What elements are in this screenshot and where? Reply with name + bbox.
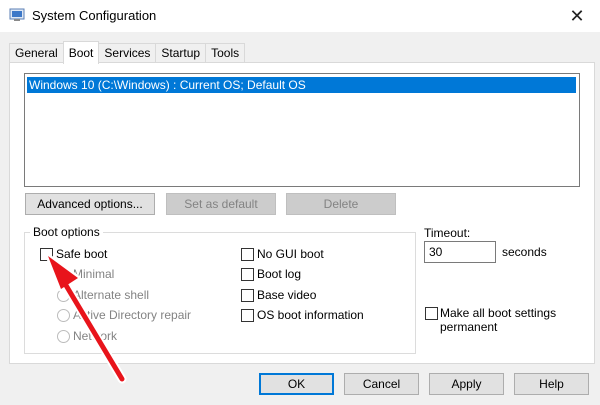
safe-boot-checkbox[interactable] <box>40 248 53 261</box>
boot-options-title: Boot options <box>30 225 103 239</box>
minimal-radio[interactable] <box>57 268 70 281</box>
active-directory-repair-label: Active Directory repair <box>73 308 192 322</box>
close-button[interactable]: ✕ <box>554 0 600 32</box>
safe-boot-label: Safe boot <box>56 247 108 261</box>
os-boot-information-label: OS boot information <box>257 308 364 322</box>
delete-button[interactable]: Delete <box>286 193 396 215</box>
close-icon: ✕ <box>569 5 585 26</box>
os-boot-information-checkbox[interactable] <box>241 309 254 322</box>
tab-boot[interactable]: Boot <box>62 41 100 64</box>
base-video-label: Base video <box>257 288 317 302</box>
boot-log-checkbox[interactable] <box>241 268 254 281</box>
tab-services[interactable]: Services <box>98 43 157 63</box>
help-button[interactable]: Help <box>514 373 589 395</box>
tab-general[interactable]: General <box>9 43 64 63</box>
set-as-default-button[interactable]: Set as default <box>166 193 276 215</box>
make-permanent-checkbox[interactable] <box>425 307 438 320</box>
ok-button[interactable]: OK <box>259 373 334 395</box>
advanced-options-button[interactable]: Advanced options... <box>25 193 155 215</box>
tab-strip: General Boot Services Startup Tools <box>9 41 246 64</box>
network-label: Network <box>73 329 118 343</box>
timeout-unit-label: seconds <box>502 245 547 259</box>
network-radio[interactable] <box>57 330 70 343</box>
timeout-label: Timeout: <box>424 226 471 240</box>
system-configuration-icon <box>9 8 25 21</box>
make-permanent-label-line1: Make all boot settings <box>440 306 557 320</box>
boot-log-label: Boot log <box>257 267 302 281</box>
no-gui-boot-label: No GUI boot <box>257 247 324 261</box>
base-video-checkbox[interactable] <box>241 289 254 302</box>
make-permanent-label-line2: permanent <box>440 320 498 334</box>
tab-tools[interactable]: Tools <box>205 43 246 63</box>
window-title: System Configuration <box>32 8 157 23</box>
title-bar: System Configuration ✕ <box>0 0 600 32</box>
cancel-button[interactable]: Cancel <box>344 373 419 395</box>
active-directory-repair-radio[interactable] <box>57 309 70 322</box>
no-gui-boot-checkbox[interactable] <box>241 248 254 261</box>
os-list-item[interactable]: Windows 10 (C:\Windows) : Current OS; De… <box>27 77 576 93</box>
alternate-shell-label: Alternate shell <box>73 288 150 302</box>
alternate-shell-radio[interactable] <box>57 289 70 302</box>
minimal-label: Minimal <box>73 267 115 281</box>
os-list[interactable]: Windows 10 (C:\Windows) : Current OS; De… <box>24 73 580 187</box>
tab-startup[interactable]: Startup <box>155 43 207 63</box>
apply-button[interactable]: Apply <box>429 373 504 395</box>
timeout-input[interactable]: 30 <box>424 241 496 263</box>
